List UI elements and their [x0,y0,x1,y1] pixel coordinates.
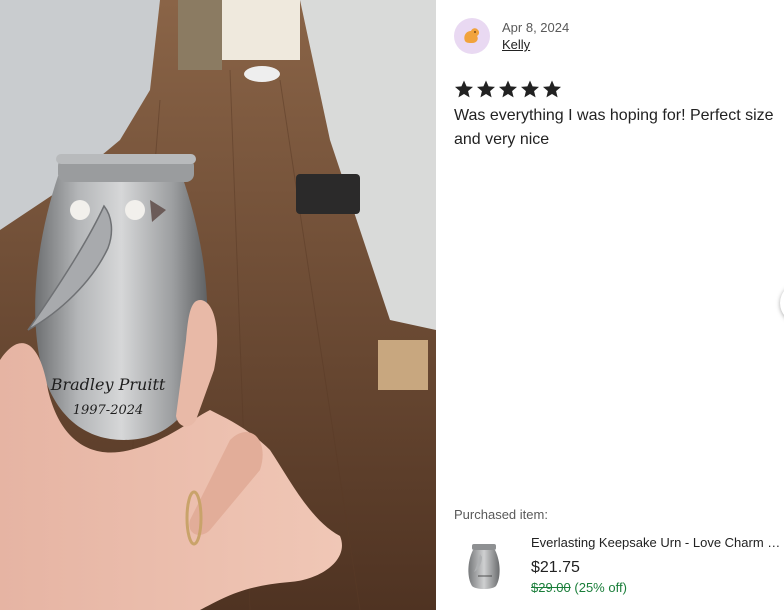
review-date: Apr 8, 2024 [502,20,570,35]
review-photo[interactable]: Bradley Pruitt 1997-2024 [0,0,436,610]
urn-photo-image: Bradley Pruitt 1997-2024 [0,0,436,610]
purchased-item-title[interactable]: Everlasting Keepsake Urn - Love Charm Pe… [531,531,784,555]
discount-badge: (25% off) [574,580,627,595]
star-icon [455,80,473,98]
reviewer-header: Apr 8, 2024 Kelly [454,18,569,54]
purchased-item-thumbnail[interactable] [454,532,514,602]
purchased-item-price: $21.75 [531,559,580,576]
purchased-item-label: Purchased item: [454,507,548,522]
review-text: Was everything I was hoping for! Perfect… [454,107,774,148]
purchased-item-sale: $29.00 (25% off) [531,579,784,597]
purchased-item-info: Everlasting Keepsake Urn - Love Charm Pe… [531,532,784,597]
engraving-years: 1997-2024 [73,403,144,418]
original-price: $29.00 [531,580,571,595]
star-icon [477,80,495,98]
purchased-item-card[interactable]: Everlasting Keepsake Urn - Love Charm Pe… [454,532,784,602]
engraving-name: Bradley Pruitt [50,375,166,394]
star-rating [454,79,562,99]
reviewer-name-link[interactable]: Kelly [502,36,530,54]
star-icon [499,80,517,98]
next-arrow-icon[interactable] [780,283,784,323]
star-icon [521,80,539,98]
star-icon [543,80,561,98]
review-panel: Apr 8, 2024 Kelly Was everything I was h… [436,0,784,610]
bird-avatar-icon [454,18,490,54]
reviewer-meta: Apr 8, 2024 Kelly [502,20,569,54]
